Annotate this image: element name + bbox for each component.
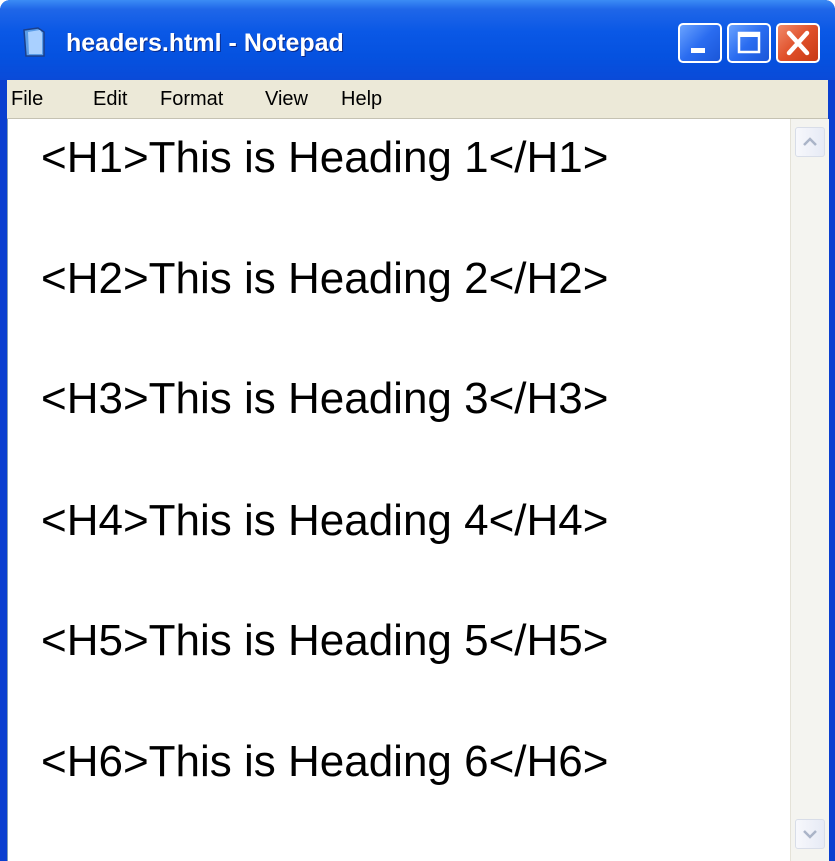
menu-edit[interactable]: Edit [93, 80, 127, 118]
minimize-icon [691, 48, 705, 53]
menu-bar: File Edit Format View Help [7, 80, 828, 119]
notepad-icon[interactable] [22, 26, 46, 58]
notepad-window: headers.html - Notepad File Edit Format … [0, 0, 835, 861]
menu-file[interactable]: File [11, 80, 43, 118]
window-title: headers.html - Notepad [66, 29, 344, 57]
text-line-2: <H2>This is Heading 2</H2> [41, 254, 609, 303]
text-line-4: <H4>This is Heading 4</H4> [41, 496, 609, 545]
vertical-scrollbar[interactable] [790, 119, 829, 861]
text-area[interactable]: <H1>This is Heading 1</H1> <H2>This is H… [8, 119, 790, 861]
text-line-1: <H1>This is Heading 1</H1> [41, 133, 609, 182]
minimize-button[interactable] [678, 23, 722, 63]
chevron-down-icon [803, 830, 817, 839]
title-bar[interactable]: headers.html - Notepad [0, 0, 835, 80]
menu-format[interactable]: Format [160, 80, 223, 118]
maximize-icon [737, 31, 761, 54]
text-line-5: <H5>This is Heading 5</H5> [41, 616, 609, 665]
menu-view[interactable]: View [265, 80, 308, 118]
editor[interactable]: <H1>This is Heading 1</H1> <H2>This is H… [7, 119, 829, 861]
scroll-down-button[interactable] [795, 819, 825, 849]
close-icon [786, 30, 810, 56]
maximize-button[interactable] [727, 23, 771, 63]
text-line-3: <H3>This is Heading 3</H3> [41, 374, 609, 423]
menu-help[interactable]: Help [341, 80, 382, 118]
scroll-up-button[interactable] [795, 127, 825, 157]
chevron-up-icon [803, 137, 817, 146]
close-button[interactable] [776, 23, 820, 63]
text-line-6: <H6>This is Heading 6</H6> [41, 737, 609, 786]
